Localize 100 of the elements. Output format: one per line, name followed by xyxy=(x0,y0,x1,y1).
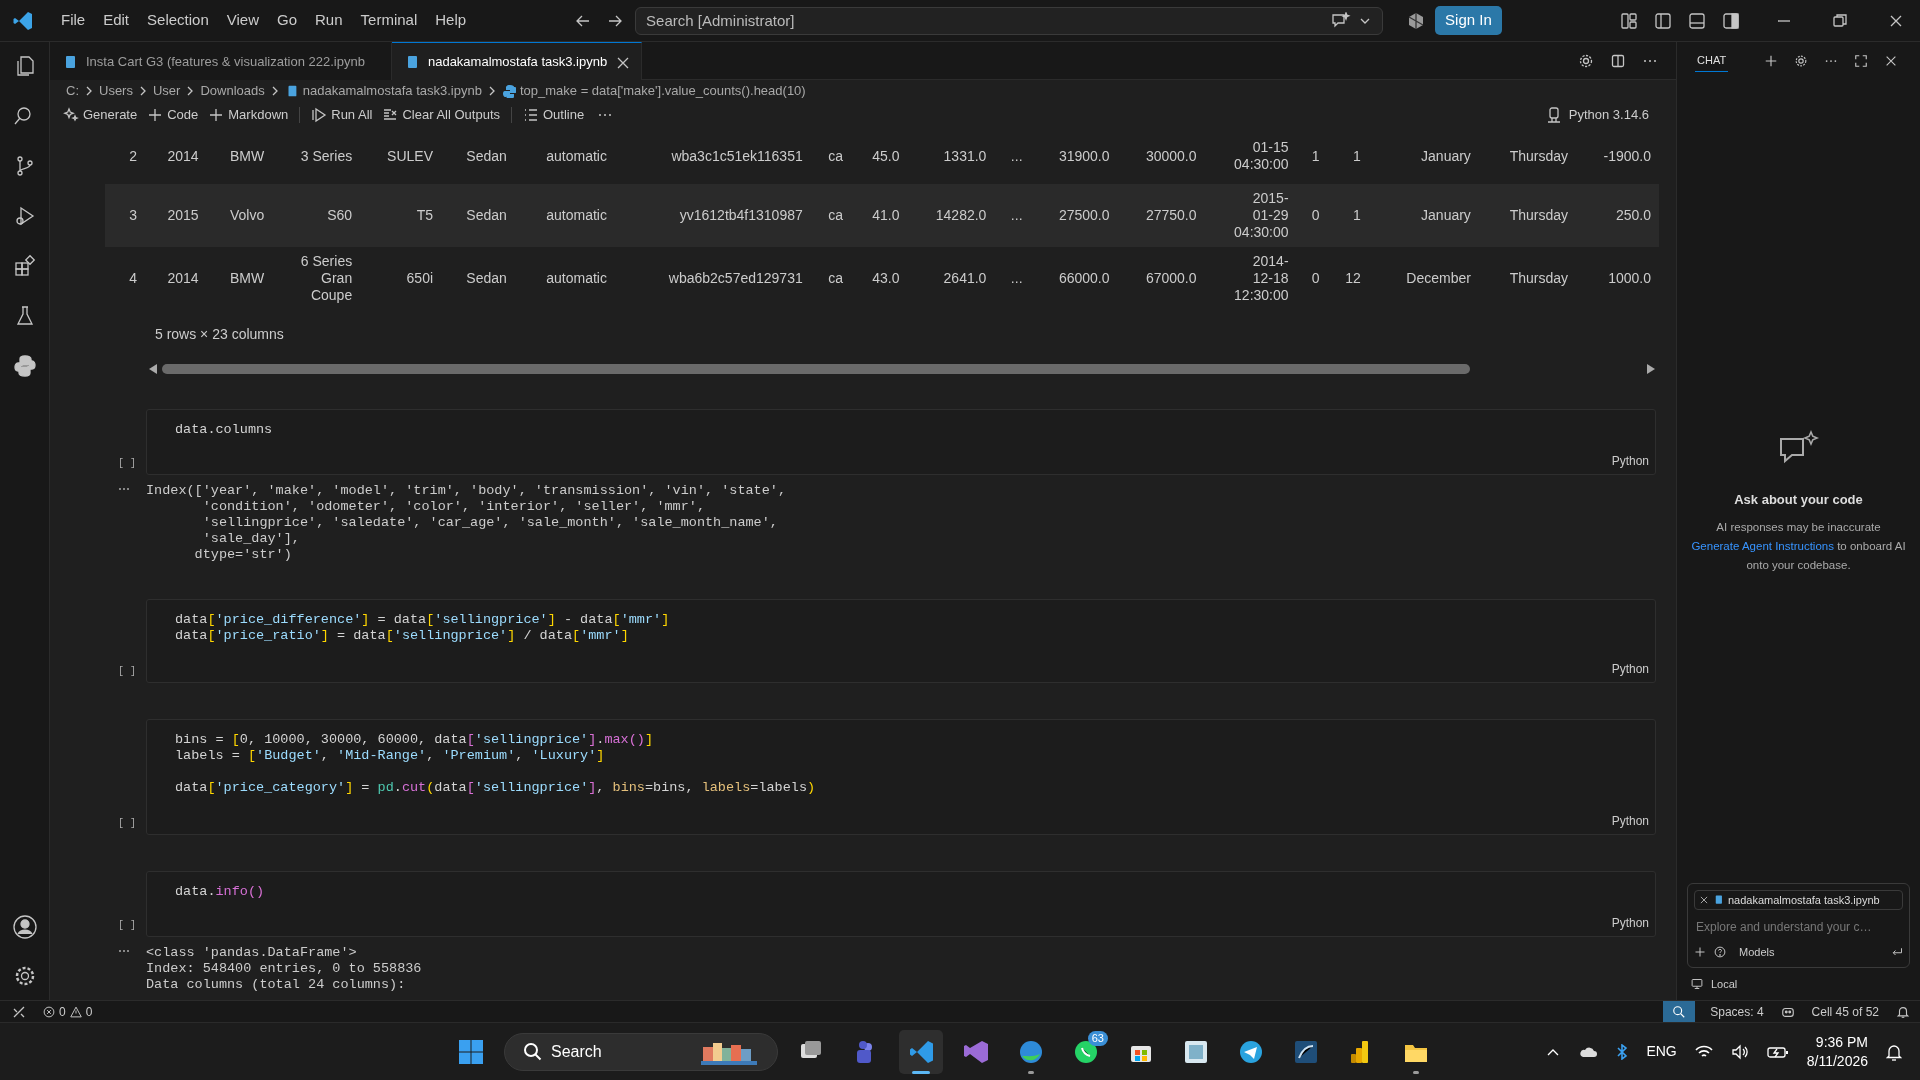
close-icon[interactable] xyxy=(1699,894,1709,905)
chat-tab[interactable]: CHAT xyxy=(1695,50,1729,72)
wifi-icon[interactable] xyxy=(1694,1043,1713,1060)
account-icon[interactable] xyxy=(11,914,38,940)
code-text: bins = [0, 10000, 30000, 60000, data['sellingprice'].max()] labels = ['Budget', 'Mid-Range', 'Premium', 'Luxury'] xyxy=(175,732,655,764)
table-cell: 2015- 01-29 04:30:00 xyxy=(1204,184,1297,247)
table-cell: 0 xyxy=(1296,184,1328,247)
remote-icon[interactable] xyxy=(12,1004,26,1019)
extensions-icon[interactable] xyxy=(12,254,37,278)
chat-input-field[interactable]: Explore and understand your c… xyxy=(1694,910,1903,944)
menu-item[interactable]: View xyxy=(217,9,268,32)
menu-item[interactable]: File xyxy=(52,9,95,32)
layout-icon[interactable] xyxy=(1619,11,1638,30)
toolbar-button[interactable]: Generate xyxy=(58,105,143,125)
code-cell[interactable]: bins = [0, 10000, 30000, 60000, data['sellingprice'].max()] labels = ['Budget', 'Mid-Range', 'Premium', 'Luxury'] data['price_category'] = pd.cut(data['sellingprice'], bins=bins, labels=labels) Python xyxy=(146,719,1656,835)
breadcrumb-item[interactable]: Users xyxy=(99,81,133,101)
python-icon[interactable] xyxy=(12,354,37,378)
clock-time[interactable]: 9:36 PM xyxy=(1815,1032,1868,1052)
breadcrumb-item[interactable]: top_make = data['make'].value_counts().head(10) xyxy=(519,81,806,101)
editor-tab[interactable]: nadakamalmostafa task3.ipynb xyxy=(391,42,643,80)
add-plus-icon[interactable] xyxy=(1694,946,1706,959)
new-chat-plus-icon[interactable] xyxy=(1764,54,1779,68)
language-label[interactable]: Python xyxy=(1611,452,1655,470)
table-cell: 67000.0 xyxy=(1117,247,1205,310)
toolbar-button[interactable]: Code xyxy=(142,105,204,125)
settings-icon[interactable] xyxy=(1578,52,1594,69)
settings-icon[interactable] xyxy=(1794,54,1809,68)
table-cell: T5 xyxy=(360,184,442,247)
table-cell: ... xyxy=(994,247,1031,310)
scroll-right-icon[interactable] xyxy=(1646,363,1656,375)
indentation-status[interactable]: Spaces: 4 xyxy=(1705,1002,1769,1021)
primary-sidebar-icon[interactable] xyxy=(1653,11,1672,30)
search-field[interactable]: Search [Administrator] xyxy=(635,6,1384,35)
agent-instructions-link[interactable]: Generate Agent Instructions xyxy=(1691,539,1834,552)
sign-in-button[interactable]: Sign In xyxy=(1435,6,1502,35)
table-cell: 650i xyxy=(360,247,442,310)
split-editor-icon[interactable] xyxy=(1610,52,1626,69)
session-target[interactable]: Local xyxy=(1711,975,1738,992)
chat-sparkle-icon[interactable] xyxy=(1331,11,1352,30)
code-cell[interactable]: data['price_difference'] = data['sellingprice'] - data['mmr'] data['price_ratio'] = data['sellingprice'] / data['mmr'] Python xyxy=(146,599,1656,683)
help-icon[interactable] xyxy=(1714,946,1726,959)
breadcrumb-item[interactable]: Downloads xyxy=(200,81,265,101)
secondary-sidebar-icon[interactable] xyxy=(1721,11,1740,30)
table-cell: Sedan xyxy=(441,247,515,310)
menu-item[interactable]: Help xyxy=(426,9,476,32)
menu-item[interactable]: Edit xyxy=(94,9,139,32)
kernel-picker[interactable]: Python 3.14.6 xyxy=(1541,105,1654,125)
warning-icon xyxy=(69,1005,82,1018)
restore-icon[interactable] xyxy=(1831,12,1848,29)
table-cell: Sedan xyxy=(441,184,515,247)
bell-icon[interactable] xyxy=(1896,1004,1910,1019)
chat-heading: Ask about your code xyxy=(1734,491,1863,509)
toolbar-button[interactable]: Outline xyxy=(518,105,590,125)
panel-icon[interactable] xyxy=(1687,11,1706,30)
input-language[interactable]: ENG xyxy=(1646,1041,1677,1062)
table-cell: Sedan xyxy=(441,128,515,184)
chat-input-box[interactable]: nadakamalmostafa task3.ipynb Explore and understand your c… Models xyxy=(1687,882,1910,968)
table-cell: wba6b2c57ed129731 xyxy=(614,247,811,310)
code-cell[interactable]: data.columns Python xyxy=(146,409,1656,475)
language-label[interactable]: Python xyxy=(1611,812,1655,830)
menu-item[interactable]: Run xyxy=(306,9,352,32)
menu-item[interactable]: Selection xyxy=(138,9,218,32)
table-cell: ca xyxy=(810,184,851,247)
breadcrumb-item[interactable]: nadakamalmostafa task3.ipynb xyxy=(302,81,482,101)
attachment-chip[interactable]: nadakamalmostafa task3.ipynb xyxy=(1694,889,1903,910)
scroll-left-icon[interactable] xyxy=(148,363,158,375)
toolbar-button[interactable]: Run All xyxy=(306,105,378,125)
speaker-icon[interactable] xyxy=(1730,1043,1749,1060)
problems-button[interactable]: 0 0 xyxy=(38,1002,98,1021)
vscode-logo-icon xyxy=(12,9,34,32)
taskbar-search[interactable]: Search xyxy=(504,1032,778,1071)
model-picker[interactable]: Models xyxy=(1734,944,1780,961)
code-cell[interactable]: data.info() Python xyxy=(146,871,1656,937)
cube-icon[interactable] xyxy=(1407,11,1426,30)
table-cell: 250.0 xyxy=(1576,184,1659,247)
breadcrumb-item[interactable]: User xyxy=(152,81,181,101)
chat-disclaimer: AI responses may be inaccurate Generate Agent Instructions to onboard AI onto your codebase. xyxy=(1690,519,1907,573)
toolbar-button[interactable]: Markdown xyxy=(203,105,294,125)
breadcrumb-item[interactable]: C: xyxy=(66,81,79,101)
table-cell: automatic xyxy=(514,247,615,310)
menu-item[interactable]: Terminal xyxy=(351,9,427,32)
maximize-icon[interactable] xyxy=(1854,54,1869,68)
language-label[interactable]: Python xyxy=(1611,914,1655,932)
zoom-button[interactable] xyxy=(1663,1001,1696,1022)
cell-output: Index(['year', 'make', 'model', 'trim', 'body', 'transmission', 'vin', 'state', 'condition', 'odometer', 'color', 'interior', 'seller', 'mmr', 'sellingprice', 'saledate', 'car_age', 'sale_month', 'sale_month_name', 'sale_day'], dtype='str') xyxy=(146,483,786,563)
monitor-icon xyxy=(1691,977,1703,990)
table-cell: 3 Series xyxy=(272,128,361,184)
toolbar-button[interactable]: Clear All Outputs xyxy=(377,105,505,125)
battery-icon[interactable] xyxy=(1766,1044,1789,1059)
taskbar-app-button[interactable] xyxy=(899,1029,943,1074)
bluetooth-icon[interactable] xyxy=(1616,1043,1629,1060)
kernel-icon xyxy=(1546,107,1561,123)
clock-date[interactable]: 8/11/2026 xyxy=(1806,1051,1868,1071)
horizontal-scrollbar[interactable] xyxy=(162,364,1470,374)
editor-tab[interactable]: Insta Cart G3 (features & visualization 222.ipynb xyxy=(50,42,392,80)
notification-bell-icon[interactable] xyxy=(1886,1042,1902,1061)
cell-position-status[interactable]: Cell 45 of 52 xyxy=(1806,1002,1884,1021)
menu-item[interactable]: Go xyxy=(268,9,306,32)
table-cell: 2015 xyxy=(145,184,207,247)
language-label[interactable]: Python xyxy=(1611,660,1655,678)
